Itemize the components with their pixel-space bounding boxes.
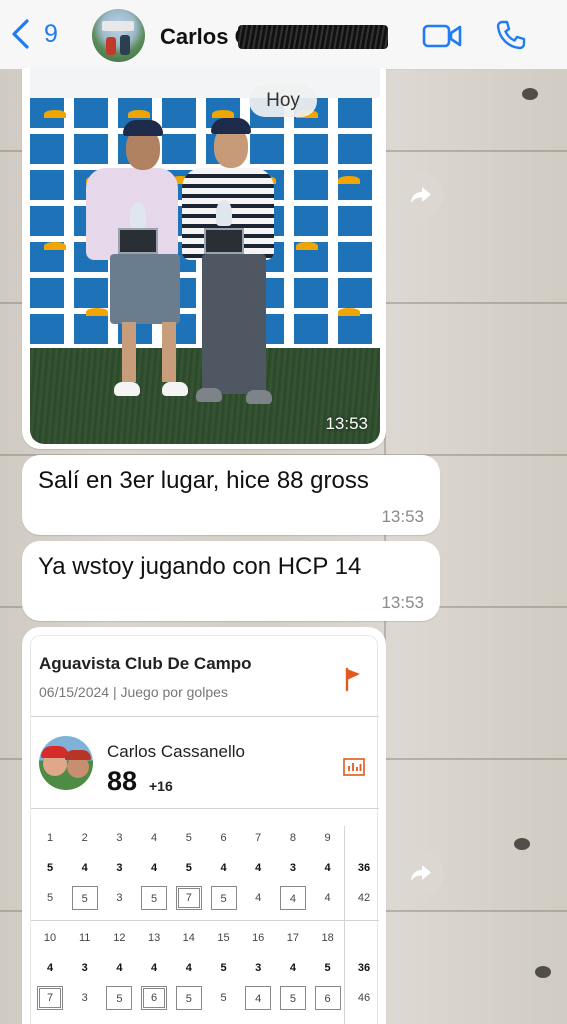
par-value: 4 <box>324 862 331 874</box>
hole-number: 9 <box>324 832 331 844</box>
hole-number: 18 <box>321 932 334 944</box>
video-camera-icon[interactable] <box>422 22 462 50</box>
stats-icon[interactable] <box>343 758 365 776</box>
par-value: 5 <box>324 962 331 974</box>
score-value: 5 <box>71 886 98 910</box>
par-total: 36 <box>357 862 371 874</box>
back-button[interactable]: 9 <box>10 18 58 50</box>
forward-button[interactable] <box>398 172 444 218</box>
par-value: 3 <box>255 962 262 974</box>
score-value: 4 <box>245 986 272 1010</box>
scorecard-message[interactable]: Aguavista Club De Campo 06/15/2024 | Jue… <box>22 627 386 1024</box>
score-value: 5 <box>210 886 237 910</box>
par-value: 4 <box>289 962 296 974</box>
flag-icon <box>345 667 360 692</box>
redaction-scribble <box>238 25 388 49</box>
scorecard[interactable]: Aguavista Club De Campo 06/15/2024 | Jue… <box>30 635 379 1024</box>
hole-number: 6 <box>220 832 227 844</box>
hole-number: 17 <box>286 932 300 944</box>
par-value: 5 <box>46 862 54 874</box>
hole-number: 10 <box>43 932 57 944</box>
text-message[interactable]: Ya wstoy jugando con HCP 14 13:53 <box>22 541 440 621</box>
wood-knot <box>535 966 551 978</box>
forward-arrow-icon <box>411 187 431 203</box>
hole-number: 1 <box>46 832 54 844</box>
hole-number: 13 <box>147 932 161 944</box>
phone-icon[interactable] <box>495 19 527 51</box>
message-time: 13:53 <box>381 507 424 526</box>
unread-count: 9 <box>44 19 58 48</box>
score-value: 3 <box>81 992 88 1004</box>
over-par: +16 <box>149 778 173 794</box>
hole-number: 7 <box>255 832 262 844</box>
hole-number: 8 <box>289 832 296 844</box>
hole-number: 4 <box>151 832 158 844</box>
gross-score: 88 <box>107 766 138 796</box>
photo-message[interactable]: 13:53 <box>22 68 386 449</box>
hole-number: 14 <box>182 932 195 944</box>
message-text: Ya wstoy jugando con HCP 14 <box>38 553 362 580</box>
totals-divider <box>344 826 345 1024</box>
par-value: 4 <box>81 862 88 874</box>
text-message[interactable]: Salí en 3er lugar, hice 88 gross 13:53 <box>22 455 440 535</box>
player-avatar <box>39 736 93 790</box>
message-time: 13:53 <box>381 593 424 612</box>
score-value: 4 <box>324 892 331 904</box>
score-value: 7 <box>175 886 202 910</box>
club-name: Aguavista Club De Campo <box>39 654 252 673</box>
score-value: 5 <box>279 986 306 1010</box>
score-total: 42 <box>357 892 371 904</box>
score-value: 6 <box>141 986 168 1010</box>
score-value: 5 <box>106 986 133 1010</box>
score-value: 5 <box>46 892 54 904</box>
message-time: 13:53 <box>325 414 368 433</box>
par-value: 5 <box>220 962 227 974</box>
award-photo[interactable]: 13:53 <box>30 68 380 444</box>
chevron-left-icon <box>12 19 29 49</box>
score-value: 5 <box>220 992 227 1004</box>
score-value: 5 <box>141 886 168 910</box>
hole-number: 12 <box>113 932 126 944</box>
hole-number: 2 <box>81 832 88 844</box>
player-name: Carlos Cassanello <box>107 742 245 761</box>
par-value: 4 <box>255 862 262 874</box>
date-chip: Hoy <box>249 85 317 117</box>
forward-button[interactable] <box>398 850 444 896</box>
par-value: 4 <box>46 962 54 974</box>
score-value: 4 <box>279 886 306 910</box>
wood-knot <box>514 838 530 850</box>
score-value: 7 <box>37 986 63 1010</box>
par-value: 3 <box>116 862 123 874</box>
par-value: 4 <box>185 962 192 974</box>
score-total: 46 <box>357 992 371 1004</box>
forward-arrow-icon <box>411 865 431 881</box>
hole-number: 15 <box>217 932 230 944</box>
score-value: 6 <box>314 986 341 1010</box>
par-value: 4 <box>151 962 158 974</box>
par-total: 36 <box>357 962 371 974</box>
par-value: 4 <box>116 962 123 974</box>
score-value: 4 <box>255 892 262 904</box>
contact-avatar[interactable] <box>92 9 145 62</box>
round-info: 06/15/2024 | Juego por golpes <box>39 684 228 700</box>
score-value: 5 <box>175 986 202 1010</box>
par-value: 4 <box>151 862 158 874</box>
hole-number: 11 <box>78 932 91 944</box>
hole-number: 16 <box>252 932 265 944</box>
wood-knot <box>522 88 538 100</box>
par-value: 4 <box>220 862 227 874</box>
par-value: 3 <box>81 962 88 974</box>
hole-number: 3 <box>116 832 123 844</box>
hole-number: 5 <box>185 832 192 844</box>
score-value: 3 <box>116 892 123 904</box>
par-value: 3 <box>289 862 296 874</box>
message-text: Salí en 3er lugar, hice 88 gross <box>38 467 369 494</box>
par-value: 5 <box>185 862 192 874</box>
chat-header: 9 Carlos Co <box>0 0 567 70</box>
